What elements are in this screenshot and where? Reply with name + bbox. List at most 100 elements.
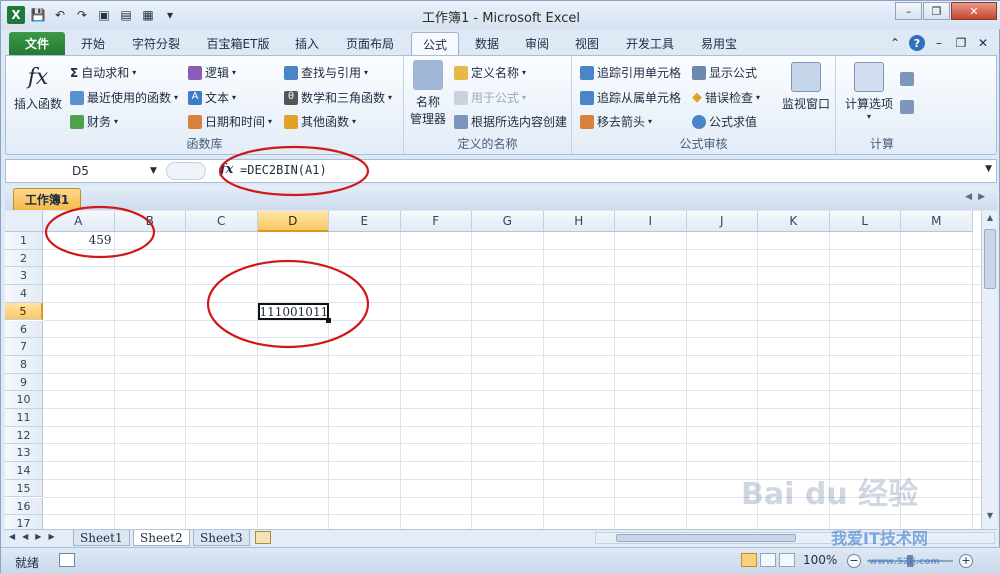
- insert-function-button[interactable]: fx 插入函数: [12, 62, 64, 112]
- column-header-j[interactable]: J: [686, 211, 758, 232]
- scroll-up-icon[interactable]: ▲: [984, 213, 996, 225]
- row-header-5[interactable]: 5: [5, 302, 43, 321]
- column-header-b[interactable]: B: [114, 211, 186, 232]
- insert-sheet-icon[interactable]: [255, 531, 271, 544]
- row-header-8[interactable]: 8: [5, 355, 43, 374]
- column-header-h[interactable]: H: [543, 211, 615, 232]
- logical-button[interactable]: 逻辑 ▾: [188, 64, 236, 81]
- workbook-tab[interactable]: 工作簿1: [13, 188, 81, 210]
- row-header-6[interactable]: 6: [5, 320, 43, 339]
- help-icon[interactable]: ?: [909, 35, 925, 51]
- sheet-tab-2[interactable]: Sheet2: [133, 530, 190, 546]
- expand-formula-bar-icon[interactable]: ▼: [985, 164, 992, 174]
- formula-bar-grip[interactable]: [166, 162, 206, 180]
- name-box[interactable]: D5 ▼: [10, 162, 160, 180]
- trace-precedents-button[interactable]: 追踪引用单元格: [580, 64, 681, 81]
- tab-review[interactable]: 审阅: [517, 32, 557, 55]
- name-manager-button[interactable]: 名称 管理器: [406, 60, 450, 127]
- sheet-tab-1[interactable]: Sheet1: [73, 530, 130, 546]
- tab-data[interactable]: 数据: [467, 32, 507, 55]
- column-header-c[interactable]: C: [186, 211, 258, 232]
- wb-close-icon[interactable]: ✕: [975, 35, 991, 51]
- column-header-l[interactable]: L: [829, 211, 901, 232]
- row-header-3[interactable]: 3: [5, 267, 43, 286]
- workbook-nav-arrows-icon[interactable]: ◀▶: [965, 192, 991, 202]
- normal-view-icon[interactable]: [741, 553, 757, 567]
- horizontal-scrollbar[interactable]: [595, 532, 995, 544]
- show-formulas-button[interactable]: 显示公式: [692, 64, 757, 81]
- trace-dependents-button[interactable]: 追踪从属单元格: [580, 89, 681, 106]
- insert-function-icon[interactable]: fx: [220, 162, 233, 177]
- row-header-10[interactable]: 10: [5, 391, 43, 409]
- column-header-e[interactable]: E: [329, 211, 401, 232]
- fill-handle[interactable]: [326, 317, 331, 323]
- sheet-nav-buttons-icon[interactable]: ◀◀▶▶: [9, 532, 62, 541]
- row-header-4[interactable]: 4: [5, 285, 43, 303]
- row-header-17[interactable]: 17: [5, 515, 43, 529]
- row-header-9[interactable]: 9: [5, 373, 43, 392]
- column-header-i[interactable]: I: [615, 211, 687, 232]
- wb-restore-icon[interactable]: ❐: [953, 35, 969, 51]
- row-header-16[interactable]: 16: [5, 497, 43, 516]
- tab-insert[interactable]: 插入: [287, 32, 327, 55]
- financial-button[interactable]: 财务 ▾: [70, 113, 118, 130]
- watch-window-button[interactable]: 监视窗口: [778, 62, 834, 112]
- scroll-thumb[interactable]: [984, 229, 996, 289]
- wb-minimize-icon[interactable]: –: [931, 35, 947, 51]
- scroll-down-icon[interactable]: ▼: [984, 511, 996, 523]
- tab-developer[interactable]: 开发工具: [617, 32, 683, 55]
- macro-record-icon[interactable]: [59, 553, 75, 567]
- row-header-14[interactable]: 14: [5, 462, 43, 480]
- column-header-k[interactable]: K: [758, 211, 830, 232]
- tab-string-split[interactable]: 字符分裂: [123, 32, 189, 55]
- calculate-now-icon[interactable]: [900, 72, 914, 86]
- tab-formulas[interactable]: 公式: [411, 32, 459, 55]
- more-functions-button[interactable]: 其他函数 ▾: [284, 113, 356, 130]
- math-button[interactable]: θ 数学和三角函数 ▾: [284, 89, 392, 106]
- cell-d5[interactable]: 111001011: [257, 302, 329, 321]
- create-from-selection-button[interactable]: 根据所选内容创建: [454, 113, 567, 130]
- tab-easy-tools[interactable]: 易用宝: [693, 32, 745, 55]
- row-header-12[interactable]: 12: [5, 426, 43, 445]
- vertical-scrollbar[interactable]: ▲ ▼: [981, 211, 997, 529]
- column-header-m[interactable]: M: [901, 211, 973, 232]
- use-in-formula-button[interactable]: 用于公式 ▾: [454, 89, 526, 106]
- select-all-corner[interactable]: [5, 211, 43, 232]
- zoom-level[interactable]: 100%: [803, 553, 837, 567]
- row-header-15[interactable]: 15: [5, 479, 43, 498]
- row-header-11[interactable]: 11: [5, 409, 43, 427]
- tab-file[interactable]: 文件: [9, 32, 65, 55]
- zoom-out-icon[interactable]: −: [847, 554, 861, 568]
- sheet-tab-3[interactable]: Sheet3: [193, 530, 250, 546]
- column-header-d[interactable]: D: [257, 211, 329, 232]
- cell-a1[interactable]: 459: [43, 232, 115, 250]
- tab-toolbox[interactable]: 百宝箱ET版: [197, 32, 279, 55]
- evaluate-formula-button[interactable]: 公式求值: [692, 113, 757, 130]
- hscroll-thumb[interactable]: [616, 534, 796, 542]
- autosum-button[interactable]: Σ 自动求和 ▾: [70, 64, 136, 81]
- tab-home[interactable]: 开始: [71, 32, 115, 55]
- calculate-sheet-icon[interactable]: [900, 100, 914, 114]
- formula-input[interactable]: =DEC2BIN(A1): [240, 163, 327, 177]
- restore-button[interactable]: ❐: [923, 2, 950, 20]
- calculation-options-button[interactable]: 计算选项 ▾: [838, 62, 900, 121]
- row-header-13[interactable]: 13: [5, 444, 43, 463]
- text-button[interactable]: A 文本 ▾: [188, 89, 236, 106]
- recent-functions-button[interactable]: 最近使用的函数 ▾: [70, 89, 178, 106]
- lookup-button[interactable]: 查找与引用 ▾: [284, 64, 368, 81]
- column-header-a[interactable]: A: [43, 211, 115, 232]
- error-checking-button[interactable]: ◆ 错误检查 ▾: [692, 89, 760, 106]
- minimize-button[interactable]: –: [895, 2, 922, 20]
- row-header-1[interactable]: 1: [5, 232, 43, 250]
- tab-view[interactable]: 视图: [567, 32, 607, 55]
- collapse-ribbon-icon[interactable]: ⌃: [887, 35, 903, 51]
- page-layout-view-icon[interactable]: [760, 553, 776, 567]
- row-header-2[interactable]: 2: [5, 249, 43, 268]
- close-button[interactable]: ✕: [951, 2, 997, 20]
- tab-page-layout[interactable]: 页面布局: [337, 32, 403, 55]
- column-header-f[interactable]: F: [400, 211, 472, 232]
- name-box-dropdown-icon[interactable]: ▼: [150, 166, 157, 176]
- page-break-view-icon[interactable]: [779, 553, 795, 567]
- zoom-in-icon[interactable]: +: [959, 554, 973, 568]
- define-name-button[interactable]: 定义名称 ▾: [454, 64, 526, 81]
